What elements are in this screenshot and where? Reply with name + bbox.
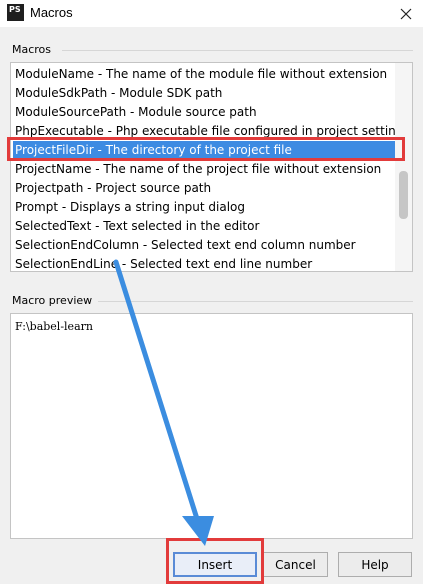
annotation-arrow <box>113 259 214 546</box>
arrow-head <box>182 516 214 546</box>
arrow-shaft <box>113 259 201 525</box>
